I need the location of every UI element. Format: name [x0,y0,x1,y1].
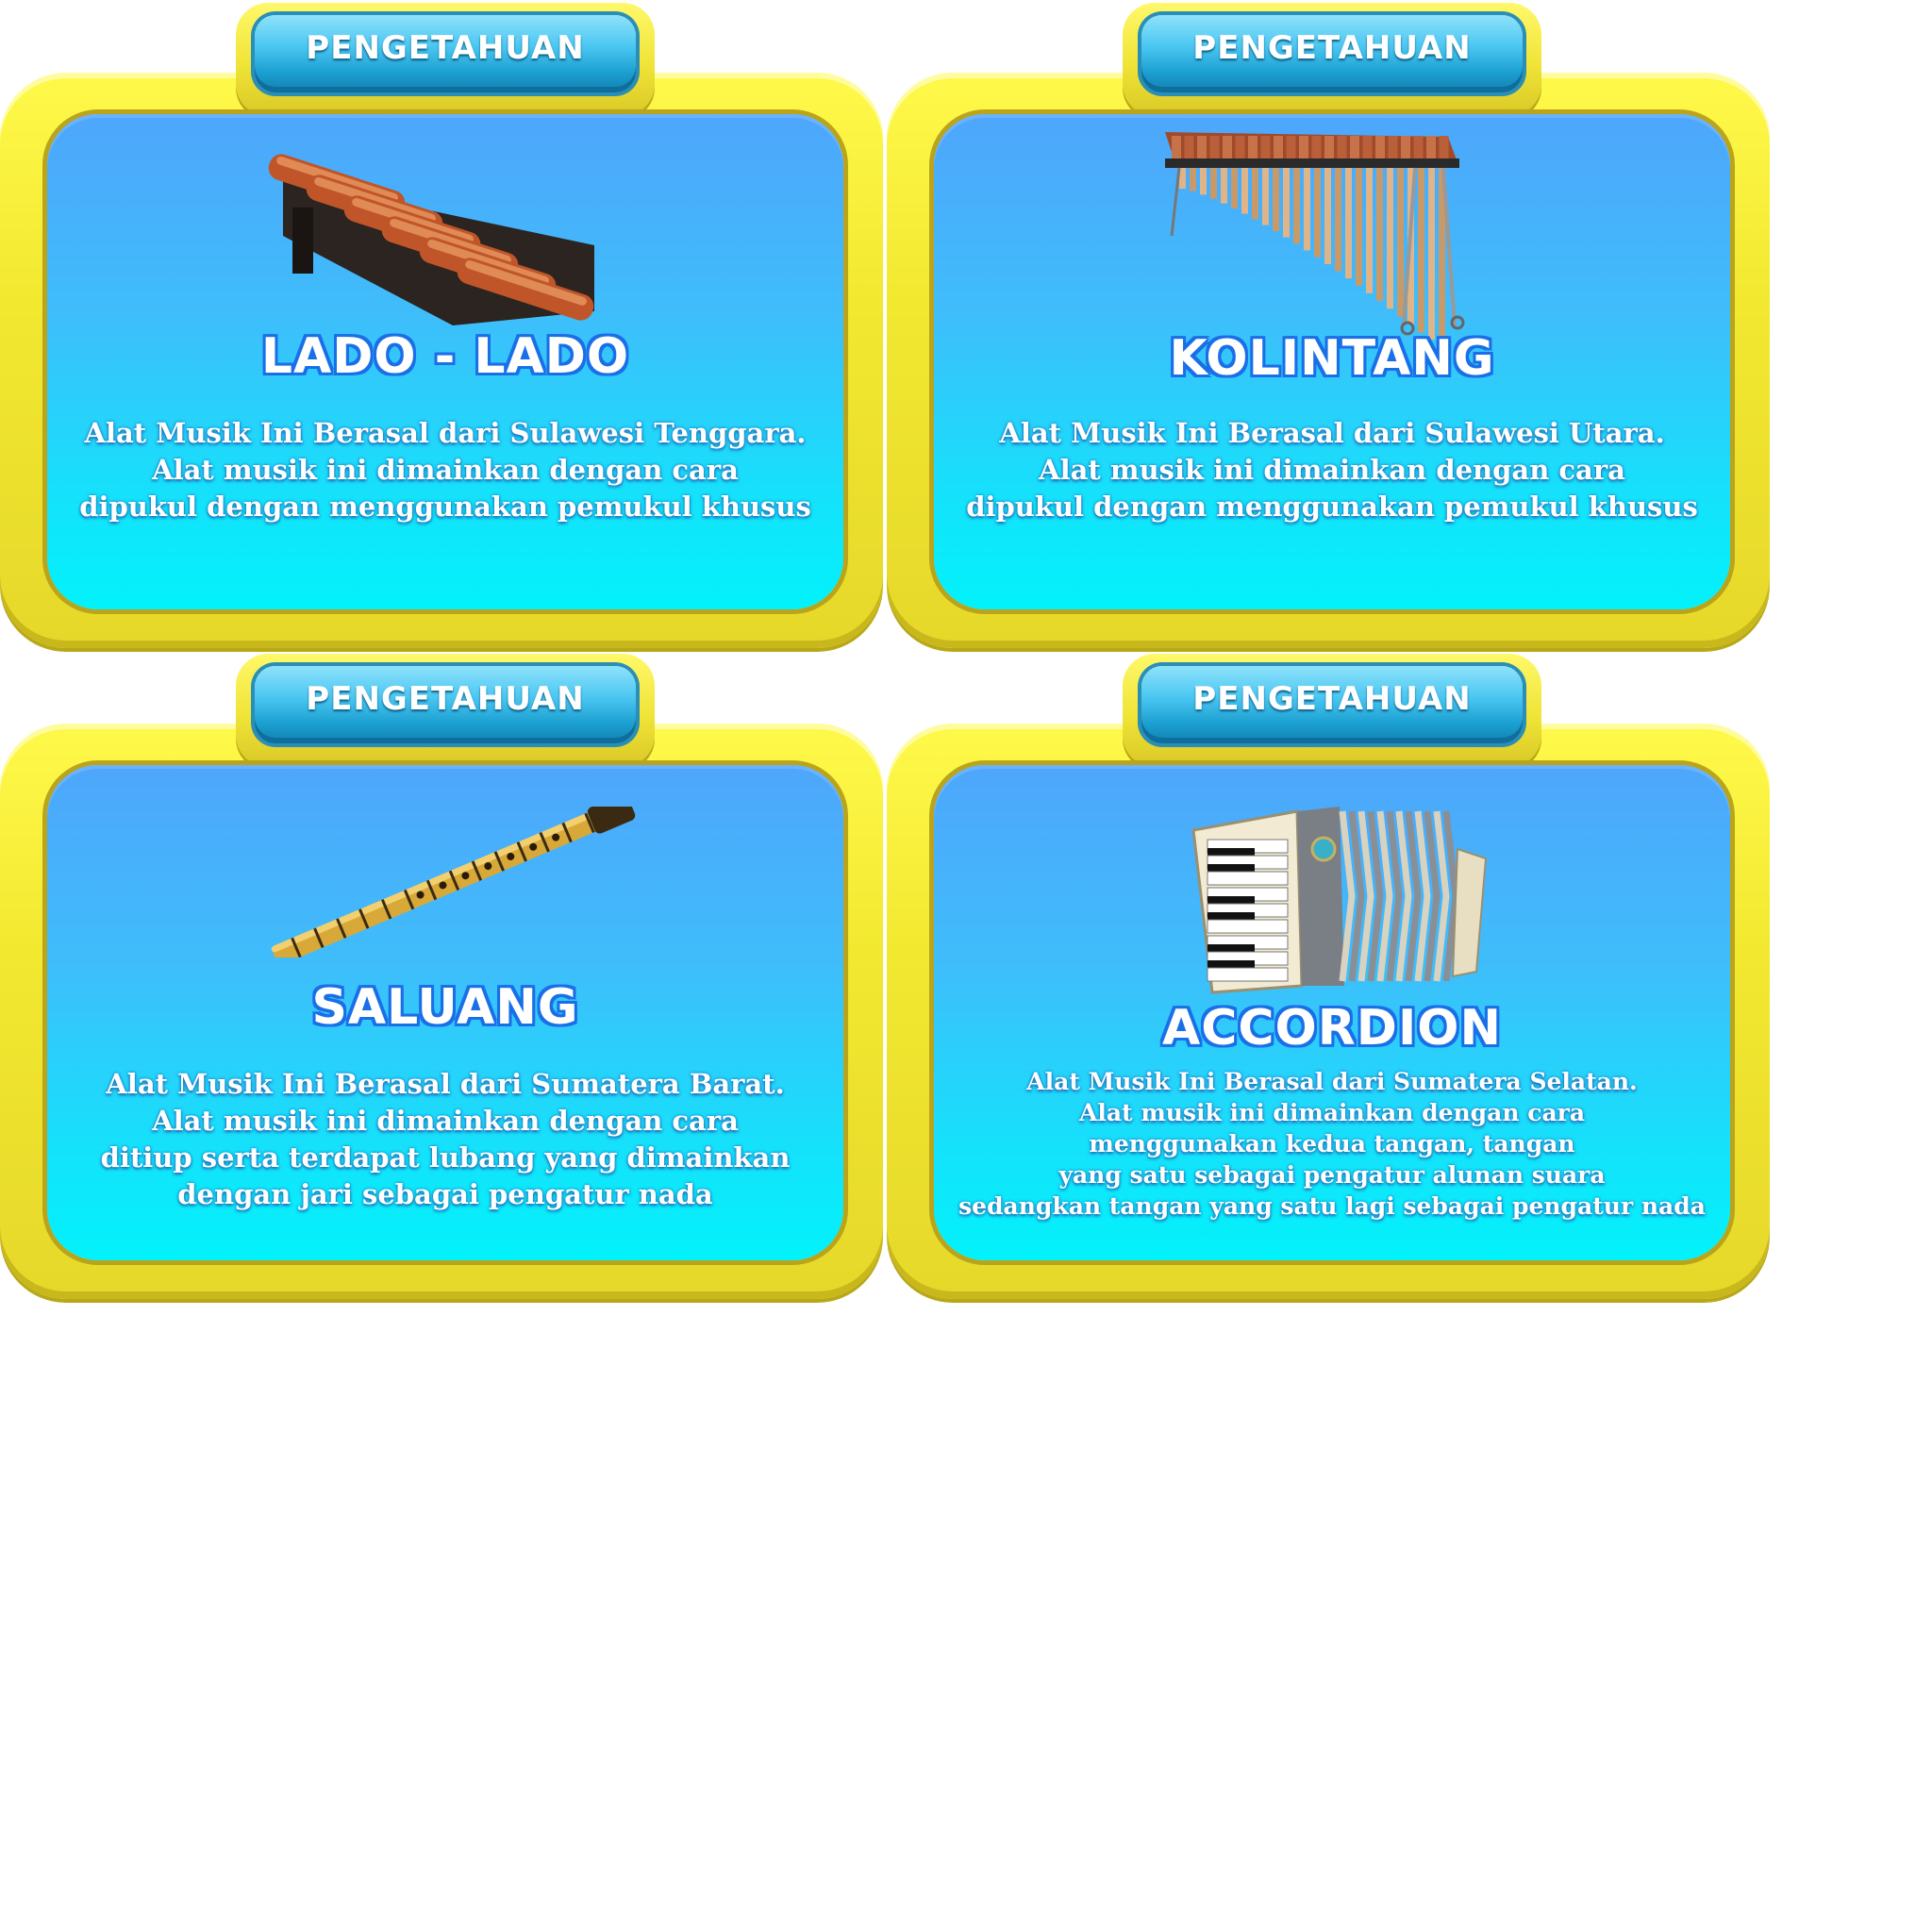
description-line: Alat Musik Ini Berasal dari Sulawesi Uta… [999,417,1665,449]
kolintang-image [1165,132,1465,340]
pengetahuan-tab-button[interactable]: PENGETAHUAN [255,666,636,743]
instrument-title: ACCORDION [1161,1000,1503,1057]
description-line: dipukul dengan menggunakan pemukul khusu… [966,491,1698,523]
lado-lado-image [268,154,594,325]
instrument-title: LADO - LADO [260,328,630,385]
description-line: yang satu sebagai pengatur alunan suara [1058,1161,1606,1189]
info-card-lado-lado: PENGETAHUAN LADO - LADO Alat Musik Ini B… [0,0,887,648]
description-line: Alat musik ini dimainkan dengan cara [1039,454,1625,486]
instrument-title: KOLINTANG [1169,330,1495,387]
accordion-image [1191,807,1488,994]
saluang-image [271,807,636,958]
description-line: Alat Musik Ini Berasal dari Sumatera Sel… [1026,1068,1638,1095]
pengetahuan-tab-button[interactable]: PENGETAHUAN [255,15,636,92]
description-line: Alat musik ini dimainkan dengan cara [152,454,739,486]
instrument-title: SALUANG [311,979,579,1036]
info-card-saluang: PENGETAHUAN SALUANG Alat Musik Ini Beras… [0,651,887,1299]
instrument-description: Alat Musik Ini Berasal dari Sulawesi Ten… [47,415,843,525]
description-line: menggunakan kedua tangan, tangan [1089,1130,1575,1158]
description-line: Alat Musik Ini Berasal dari Sumatera Bar… [106,1068,785,1100]
description-line: sedangkan tangan yang satu lagi sebagai … [958,1192,1706,1220]
description-line: Alat musik ini dimainkan dengan cara [152,1105,739,1137]
info-card-kolintang: PENGETAHUAN KOLINTANG Alat Musik Ini Ber… [887,0,1774,648]
pengetahuan-tab-button[interactable]: PENGETAHUAN [1141,15,1523,92]
description-line: dengan jari sebagai pengatur nada [177,1178,713,1210]
description-line: ditiup serta terdapat lubang yang dimain… [100,1141,791,1174]
description-line: Alat Musik Ini Berasal dari Sulawesi Ten… [84,417,807,449]
info-card-accordion: PENGETAHUAN ACCORDION Alat Musik Ini Ber… [887,651,1774,1299]
description-line: Alat musik ini dimainkan dengan cara [1078,1099,1586,1126]
instrument-description: Alat Musik Ini Berasal dari Sumatera Sel… [934,1066,1730,1222]
description-line: dipukul dengan menggunakan pemukul khusu… [79,491,811,523]
instrument-description: Alat Musik Ini Berasal dari Sumatera Bar… [47,1066,843,1213]
instrument-description: Alat Musik Ini Berasal dari Sulawesi Uta… [934,415,1730,525]
pengetahuan-tab-button[interactable]: PENGETAHUAN [1141,666,1523,743]
